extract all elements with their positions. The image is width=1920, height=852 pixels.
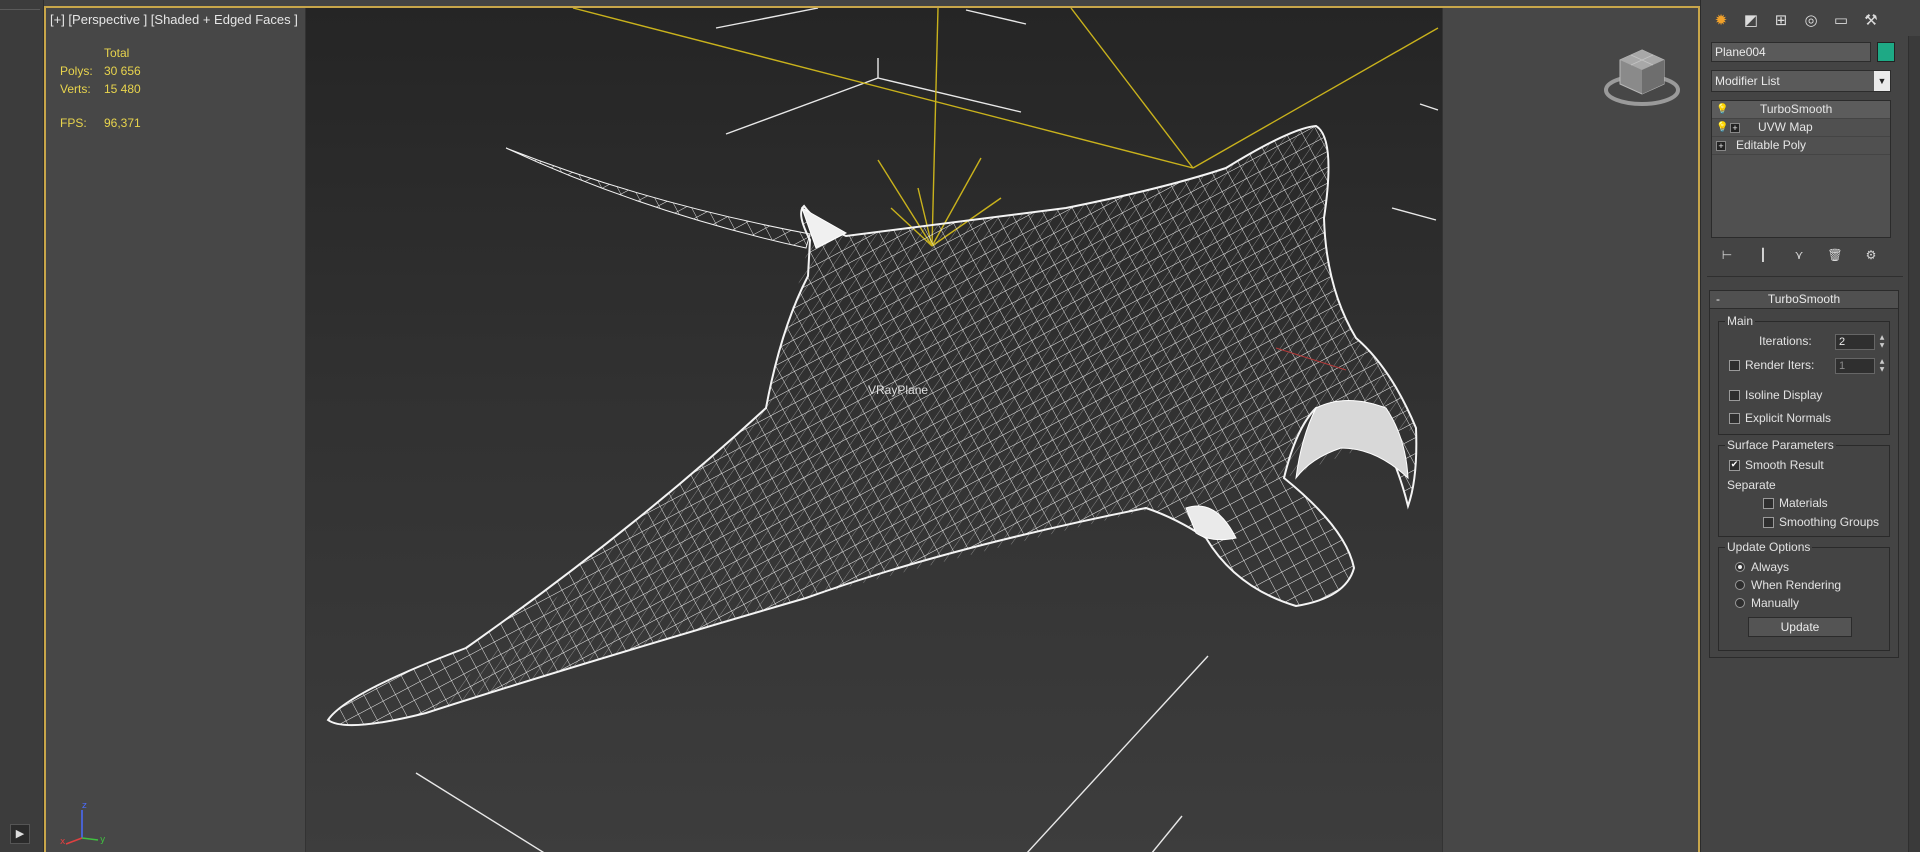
viewcube-icon[interactable]: [1602, 44, 1682, 114]
axis-y-label: y: [100, 835, 106, 845]
left-toolbar-strip: ▶: [0, 0, 44, 852]
surface-parameters-group: Surface Parameters ✔ Smooth Result Separ…: [1718, 438, 1890, 537]
create-icon[interactable]: ✹: [1709, 8, 1733, 32]
command-panel: ✹ ◩ ⊞ ◎ ▭ ⚒ Plane004 Modifier List ▼ 💡 T…: [1700, 0, 1920, 852]
stats-polys-value: 30 656: [104, 64, 141, 78]
collapse-icon[interactable]: -: [1716, 291, 1720, 308]
spinner-arrows-icon[interactable]: ▲ ▼: [1877, 358, 1887, 374]
explicit-normals-label: Explicit Normals: [1745, 411, 1832, 425]
stats-fps-value: 96,371: [104, 116, 141, 130]
play-icon[interactable]: ▶: [10, 824, 30, 844]
utilities-icon[interactable]: ⚒: [1859, 8, 1883, 32]
show-end-result-icon[interactable]: ┃: [1751, 246, 1775, 264]
stack-item-label: UVW Map: [1758, 120, 1813, 134]
spinner-arrows-icon[interactable]: ▲ ▼: [1877, 334, 1887, 350]
main-group: Main Iterations: 2 ▲ ▼ Render Iters: 1 ▲ ▼…: [1718, 314, 1890, 435]
render-iters-checkbox[interactable]: [1729, 360, 1740, 371]
modifier-list-dropdown[interactable]: Modifier List ▼: [1711, 70, 1891, 92]
manually-radio[interactable]: [1735, 598, 1745, 608]
remove-modifier-icon[interactable]: 🗑: [1823, 246, 1847, 264]
chevron-down-icon[interactable]: ▼: [1874, 71, 1890, 91]
motion-icon[interactable]: ◎: [1799, 8, 1823, 32]
configure-sets-icon[interactable]: ⚙: [1859, 246, 1883, 264]
smooth-result-label: Smooth Result: [1745, 458, 1824, 472]
render-iters-spinner[interactable]: 1: [1835, 358, 1875, 374]
always-radio[interactable]: [1735, 562, 1745, 572]
command-panel-tabs: ✹ ◩ ⊞ ◎ ▭ ⚒: [1709, 8, 1883, 32]
manta-ray-mesh: [326, 124, 1418, 727]
materials-checkbox[interactable]: [1763, 498, 1774, 509]
materials-label: Materials: [1779, 496, 1828, 510]
smoothing-groups-checkbox[interactable]: [1763, 517, 1774, 528]
axis-tripod-icon: z x y: [60, 801, 106, 847]
modifier-list-label: Modifier List: [1715, 74, 1780, 88]
when-rendering-radio[interactable]: [1735, 580, 1745, 590]
hierarchy-icon[interactable]: ⊞: [1769, 8, 1793, 32]
isoline-display-checkbox[interactable]: [1729, 390, 1740, 401]
stats-verts-label: Verts:: [60, 82, 91, 96]
smooth-result-checkbox[interactable]: ✔: [1729, 460, 1740, 471]
stack-item-turbosmooth[interactable]: 💡 TurboSmooth: [1712, 101, 1890, 119]
stats-verts-value: 15 480: [104, 82, 141, 96]
display-icon[interactable]: ▭: [1829, 8, 1853, 32]
iterations-spinner[interactable]: 2: [1835, 334, 1875, 350]
stack-tools: ⊢ ┃ ⋎ 🗑 ⚙: [1715, 246, 1883, 264]
stack-item-label: TurboSmooth: [1760, 102, 1833, 116]
object-color-swatch[interactable]: [1877, 42, 1895, 62]
when-rendering-label: When Rendering: [1751, 578, 1842, 592]
manually-label: Manually: [1751, 596, 1800, 610]
main-group-title: Main: [1725, 314, 1756, 328]
render-iters-label: Render Iters:: [1745, 358, 1815, 372]
rollout-header[interactable]: - TurboSmooth: [1710, 291, 1898, 309]
iterations-label: Iterations:: [1759, 334, 1812, 348]
always-label: Always: [1751, 560, 1790, 574]
surface-parameters-title: Surface Parameters: [1725, 438, 1836, 452]
update-button[interactable]: Update: [1748, 617, 1852, 637]
lightbulb-icon[interactable]: 💡: [1716, 122, 1728, 134]
vrayplane-label: VRayPlane: [868, 383, 929, 397]
rollout-title: TurboSmooth: [1767, 292, 1841, 306]
turbosmooth-rollout: - TurboSmooth Main Iterations: 2 ▲ ▼ Rend…: [1709, 290, 1899, 658]
separate-label: Separate: [1727, 478, 1776, 492]
viewport-label-menu[interactable]: [+] [Perspective ] [Shaded + Edged Faces…: [50, 12, 298, 27]
stack-item-uvw-map[interactable]: 💡 + UVW Map: [1712, 119, 1890, 137]
object-name-field[interactable]: Plane004: [1711, 42, 1871, 62]
command-panel-scrollbar[interactable]: [1908, 36, 1920, 852]
expand-icon[interactable]: +: [1716, 141, 1726, 151]
isoline-display-label: Isoline Display: [1745, 388, 1823, 402]
axis-z-label: z: [82, 801, 87, 811]
stats-header: Total: [104, 46, 130, 60]
smoothing-groups-label: Smoothing Groups: [1779, 515, 1880, 529]
pin-stack-icon[interactable]: ⊢: [1715, 246, 1739, 264]
modifier-stack[interactable]: 💡 TurboSmooth 💡 + UVW Map + Editable Pol…: [1711, 100, 1891, 238]
stats-polys-label: Polys:: [60, 64, 93, 78]
axis-x-label: x: [60, 837, 66, 847]
update-options-title: Update Options: [1725, 540, 1813, 554]
perspective-viewport[interactable]: [+] [Perspective ] [Shaded + Edged Faces…: [44, 6, 1700, 852]
stack-item-editable-poly[interactable]: + Editable Poly: [1712, 137, 1890, 155]
expand-icon[interactable]: +: [1730, 123, 1740, 133]
stack-item-label: Editable Poly: [1736, 138, 1807, 152]
toolbar-grip[interactable]: [0, 0, 40, 10]
explicit-normals-checkbox[interactable]: [1729, 413, 1740, 424]
scene-wireframe: [326, 8, 1439, 852]
make-unique-icon[interactable]: ⋎: [1787, 246, 1811, 264]
3dsmax-window: ▶ [+] [Perspective] [Shaded + Edged Fac…: [0, 0, 1920, 852]
panel-divider: [1707, 276, 1903, 277]
lightbulb-icon[interactable]: 💡: [1716, 104, 1728, 116]
modify-icon[interactable]: ◩: [1739, 8, 1763, 32]
stats-fps-label: FPS:: [60, 116, 87, 130]
